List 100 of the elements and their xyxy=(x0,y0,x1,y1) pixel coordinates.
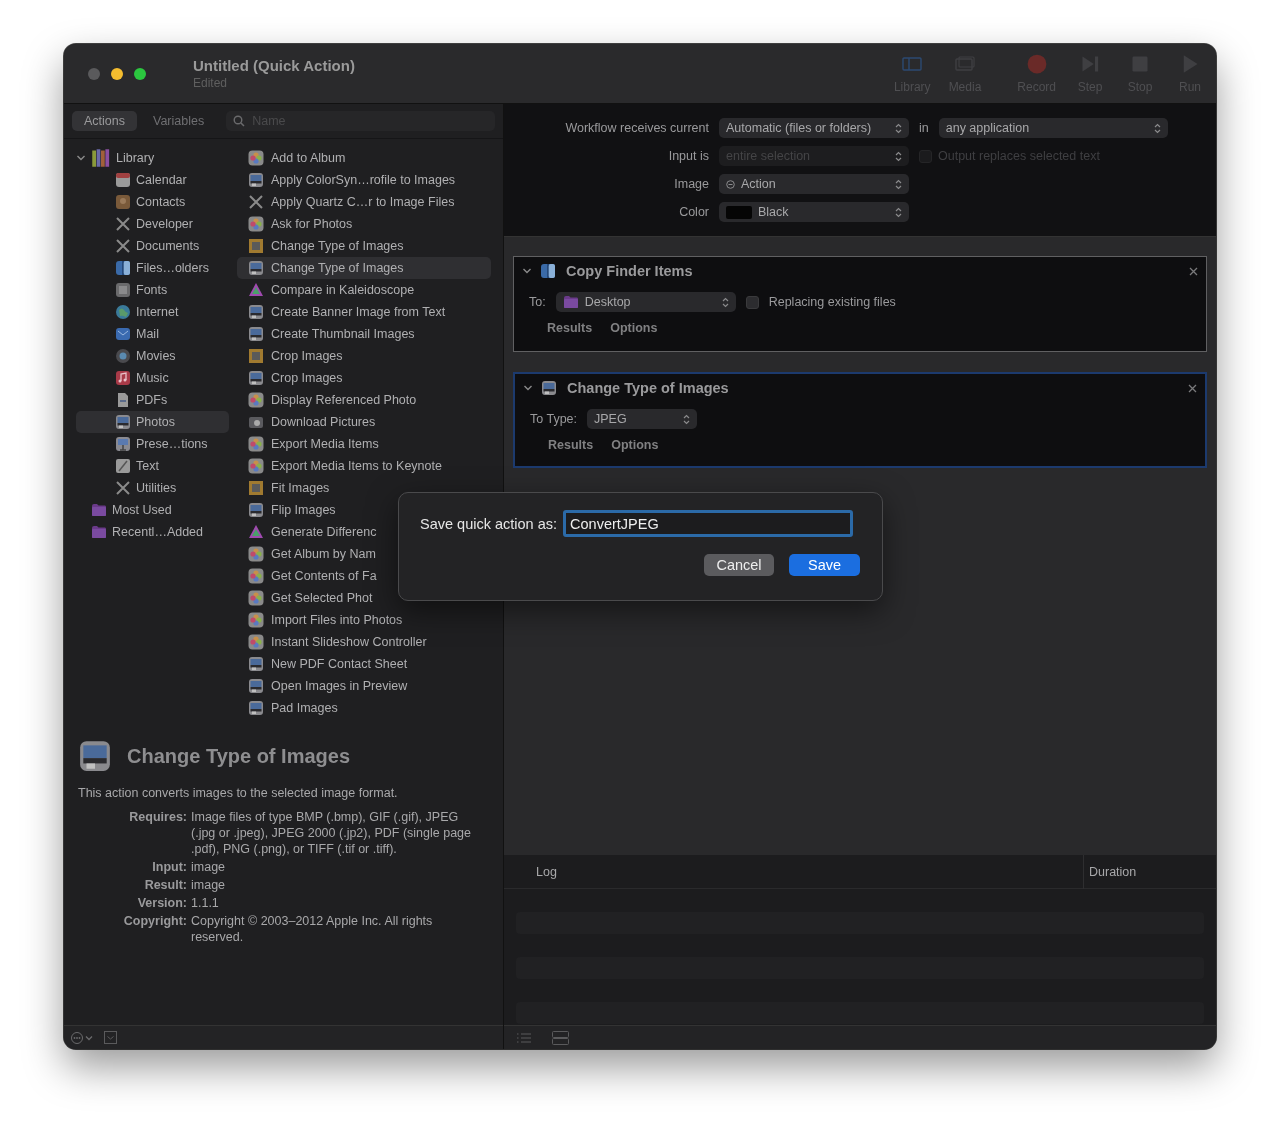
up-down-arrows-icon xyxy=(1153,122,1161,134)
split-view-icon[interactable] xyxy=(552,1030,569,1045)
close-icon[interactable] xyxy=(1189,266,1198,276)
library-item[interactable]: Text xyxy=(76,455,229,477)
action-item[interactable]: Display Referenced Photo xyxy=(237,389,491,411)
more-menu-icon[interactable] xyxy=(70,1030,94,1045)
library-item[interactable]: Mail xyxy=(76,323,229,345)
library-item[interactable]: Recentl…Added xyxy=(76,521,229,543)
action-label: Export Media Items xyxy=(271,437,379,451)
library-item-label: Photos xyxy=(136,415,175,429)
triangle-icon xyxy=(248,282,264,298)
detail-label: Version: xyxy=(136,895,187,911)
library-item-label: Files…olders xyxy=(136,261,209,275)
action-item[interactable]: Add to Album xyxy=(237,147,491,169)
action-item[interactable]: Pad Images xyxy=(237,697,491,719)
zoom-window-button[interactable] xyxy=(134,67,146,80)
popup-button[interactable]: Automatic (files or folders) xyxy=(719,118,909,138)
disclosure-chevron-icon[interactable] xyxy=(523,383,533,393)
column-header[interactable]: Log xyxy=(504,855,1083,889)
library-item[interactable]: Files…olders xyxy=(76,257,229,279)
action-label: Import Files into Photos xyxy=(271,613,403,627)
disclosure-chevron-icon[interactable] xyxy=(522,266,532,276)
document-icon xyxy=(115,392,131,408)
library-item[interactable]: Internet xyxy=(76,301,229,323)
action-item[interactable]: Change Type of Images xyxy=(237,257,491,279)
action-item[interactable]: Create Thumbnail Images xyxy=(237,323,491,345)
action-card[interactable]: Change Type of Images To Type: JPEG Results Options xyxy=(513,372,1207,468)
action-label: Change Type of Images xyxy=(271,261,404,275)
popup-button[interactable]: Action xyxy=(719,174,909,194)
image-icon xyxy=(248,502,264,518)
action-label: Apply ColorSyn…rofile to Images xyxy=(271,173,456,187)
action-item[interactable]: Apply Quartz C…r to Image Files xyxy=(237,191,491,213)
card-tab[interactable]: Options xyxy=(610,321,658,335)
image-icon xyxy=(248,260,264,276)
action-label: Ask for Photos xyxy=(271,217,353,231)
column-header[interactable]: Duration xyxy=(1083,855,1216,889)
detail-value: image xyxy=(191,859,227,875)
tab[interactable]: Actions xyxy=(72,111,137,131)
library-item[interactable]: Utilities xyxy=(76,477,229,499)
action-item[interactable]: Apply ColorSyn…rofile to Images xyxy=(237,169,491,191)
detail-label: Result: xyxy=(143,877,187,893)
checkbox-square-icon[interactable] xyxy=(104,1031,117,1044)
library-item-label: Developer xyxy=(136,217,193,231)
camera-icon xyxy=(248,414,264,430)
field-label: To: xyxy=(529,295,546,309)
card-tab[interactable]: Results xyxy=(548,438,594,452)
dialog-button[interactable]: Cancel xyxy=(704,554,774,576)
action-label: Instant Slideshow Controller xyxy=(271,635,427,649)
action-item[interactable]: Fit Images xyxy=(237,477,491,499)
card-tab[interactable]: Options xyxy=(611,438,659,452)
minimize-window-button[interactable] xyxy=(111,67,123,80)
close-icon[interactable] xyxy=(1188,383,1197,393)
library-item[interactable]: Fonts xyxy=(76,279,229,301)
action-label: Crop Images xyxy=(271,349,343,363)
popup-button[interactable]: Desktop xyxy=(555,292,736,312)
action-item[interactable]: Crop Images xyxy=(237,345,491,367)
library-item[interactable]: Library xyxy=(76,147,229,169)
disclosure-chevron-icon[interactable] xyxy=(76,153,86,163)
library-item[interactable]: Most Used xyxy=(76,499,229,521)
library-item[interactable]: Music xyxy=(76,367,229,389)
action-item[interactable]: New PDF Contact Sheet xyxy=(237,653,491,675)
name-input-field[interactable]: ConvertJPEG xyxy=(563,510,854,537)
library-item[interactable]: Developer xyxy=(76,213,229,235)
action-item[interactable]: Instant Slideshow Controller xyxy=(237,631,491,653)
library-item[interactable]: Photos xyxy=(76,411,229,433)
close-window-button[interactable] xyxy=(88,67,100,80)
action-item[interactable]: Download Pictures xyxy=(237,411,491,433)
image-icon xyxy=(248,172,264,188)
image-icon xyxy=(248,370,264,386)
action-item[interactable]: Export Media Items to Keynote xyxy=(237,455,491,477)
library-item[interactable]: Calendar xyxy=(76,169,229,191)
action-item[interactable]: Import Files into Photos xyxy=(237,609,491,631)
dialog-button[interactable]: Save xyxy=(789,554,860,576)
library-item[interactable]: PDFs xyxy=(76,389,229,411)
action-item[interactable]: Change Type of Images xyxy=(237,235,491,257)
library-item[interactable]: Prese…tions xyxy=(76,433,229,455)
popup-button[interactable]: Black xyxy=(719,202,909,222)
action-item[interactable]: Compare in Kaleidoscope xyxy=(237,279,491,301)
action-label: Crop Images xyxy=(271,371,343,385)
checkbox[interactable] xyxy=(745,295,759,309)
action-item[interactable]: Get Selected Phot xyxy=(237,587,491,609)
action-label: Apply Quartz C…r to Image Files xyxy=(271,195,455,209)
action-item[interactable]: Open Images in Preview xyxy=(237,675,491,697)
library-item[interactable]: Contacts xyxy=(76,191,229,213)
finder-icon xyxy=(115,260,131,276)
action-item[interactable]: Get Album by Nam xyxy=(237,543,491,565)
library-item[interactable]: Movies xyxy=(76,345,229,367)
action-item[interactable]: Get Contents of Fa xyxy=(237,565,491,587)
action-item[interactable]: Export Media Items xyxy=(237,433,491,455)
library-item[interactable]: Documents xyxy=(76,235,229,257)
detail-label: Copyright: xyxy=(122,913,187,930)
action-label: Flip Images xyxy=(271,503,336,517)
action-card[interactable]: Copy Finder Items To: Desktop Replacing existing files Results Options xyxy=(513,256,1207,352)
popup-button[interactable]: JPEG xyxy=(587,409,698,429)
card-tab[interactable]: Results xyxy=(547,321,593,335)
action-item[interactable]: Create Banner Image from Text xyxy=(237,301,491,323)
popup-button[interactable]: any application xyxy=(938,118,1168,138)
action-item[interactable]: Ask for Photos xyxy=(237,213,491,235)
action-item[interactable]: Crop Images xyxy=(237,367,491,389)
folder-icon xyxy=(562,294,579,310)
